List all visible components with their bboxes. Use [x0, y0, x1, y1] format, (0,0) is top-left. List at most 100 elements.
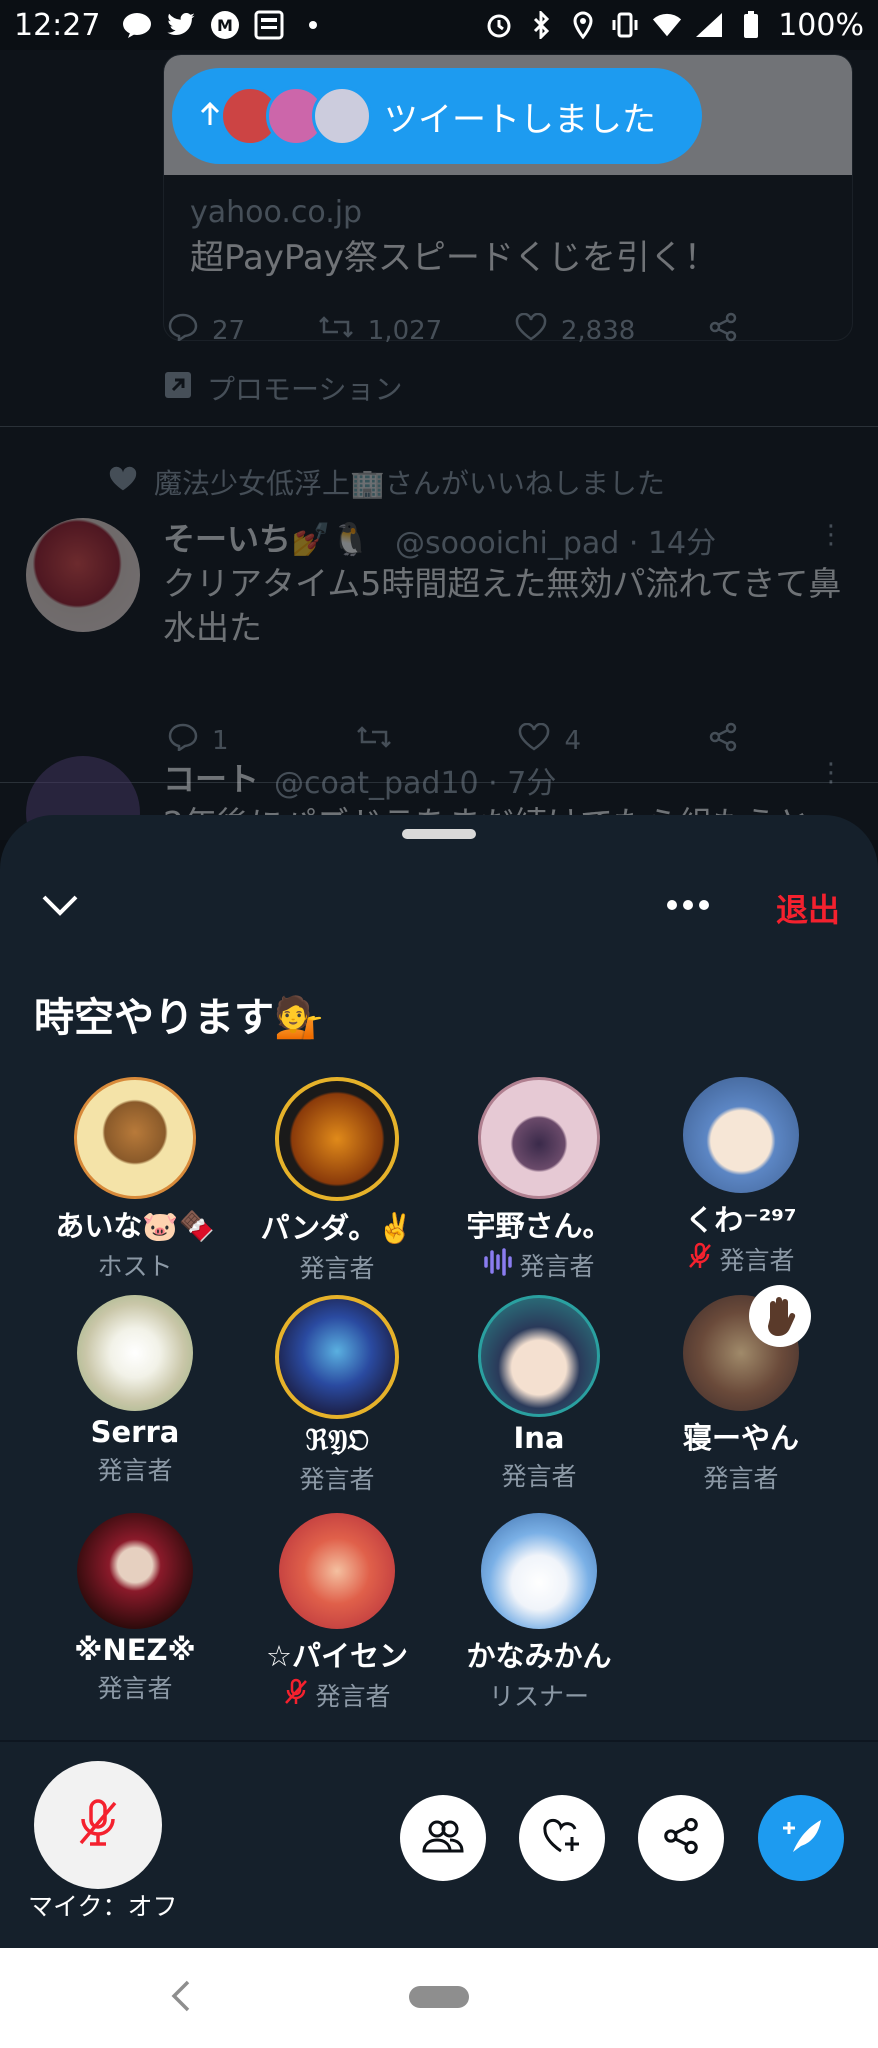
- new-tweets-pill[interactable]: ツイートしました: [172, 68, 702, 164]
- reply-count: 27: [212, 315, 246, 346]
- tweet-author-name[interactable]: コート: [163, 754, 259, 800]
- role-text: 発言者: [719, 1246, 795, 1275]
- news-icon: [254, 10, 284, 40]
- tweet-more-icon[interactable]: ⋮: [818, 520, 844, 550]
- participant[interactable]: Ina 発言者: [438, 1295, 640, 1493]
- participant-name: あいな🐷🍫: [55, 1209, 215, 1243]
- participant-name: くわ⁻²⁹⁷: [685, 1203, 797, 1237]
- participant-name: パンダ。✌️: [260, 1211, 414, 1245]
- back-icon[interactable]: [168, 1978, 192, 2014]
- retweet-action[interactable]: 1,027: [318, 314, 442, 347]
- pill-avatars: [220, 86, 372, 146]
- avatar: [683, 1285, 811, 1411]
- feed-divider: [0, 426, 878, 427]
- controls-divider: [0, 1740, 878, 1742]
- heart-filled-icon: [108, 465, 138, 500]
- participant-name: Ina: [513, 1421, 565, 1455]
- like-action[interactable]: 4: [518, 722, 582, 758]
- retweet-icon: [356, 724, 392, 757]
- role-text: 発言者: [97, 1674, 173, 1703]
- bluetooth-icon: [526, 10, 556, 40]
- status-bar: 12:27 M 100%: [0, 0, 878, 50]
- participant-name: ℜ𝔜𝔒: [304, 1423, 370, 1457]
- participant[interactable]: くわ⁻²⁹⁷ 発言者: [640, 1077, 842, 1277]
- avatar: [312, 86, 372, 146]
- location-icon: [568, 10, 598, 40]
- participant-role: 発言者: [438, 1457, 640, 1493]
- feather-plus-icon: [779, 1816, 823, 1860]
- vibrate-icon: [610, 10, 640, 40]
- tweet-author-avatar[interactable]: [26, 518, 140, 632]
- avatar: [279, 1513, 395, 1629]
- mic-toggle-button[interactable]: [34, 1761, 162, 1889]
- participant[interactable]: パンダ。✌️ 発言者: [236, 1077, 438, 1285]
- space-title: 時空やります💁: [34, 995, 324, 1041]
- m-app-icon: M: [210, 10, 240, 40]
- svg-text:M: M: [218, 16, 234, 35]
- participant[interactable]: 宇野さん。 発言者: [438, 1077, 640, 1283]
- tweet-more-icon[interactable]: ⋮: [818, 758, 844, 788]
- participant-name: ※NEZ※: [74, 1633, 196, 1667]
- chevron-down-icon[interactable]: [38, 887, 82, 923]
- participant-role: ホスト: [34, 1247, 236, 1283]
- participant[interactable]: かなみかん リスナー: [438, 1513, 640, 1713]
- participant[interactable]: 寝ーやん 発言者: [640, 1285, 842, 1495]
- reply-count: 1: [212, 725, 229, 756]
- tweet-author-name[interactable]: そーいち💅🐧: [163, 514, 371, 560]
- leave-button[interactable]: 退出: [776, 885, 840, 931]
- share-action[interactable]: [708, 722, 738, 759]
- status-time: 12:27: [14, 7, 101, 43]
- participant-role: 発言者: [438, 1247, 640, 1283]
- avatar: [481, 1513, 597, 1629]
- reaction-button[interactable]: [519, 1795, 605, 1881]
- mic-muted-icon: [687, 1242, 713, 1276]
- participant[interactable]: あいな🐷🍫 ホスト: [34, 1077, 236, 1283]
- participant[interactable]: ℜ𝔜𝔒 発言者: [236, 1295, 438, 1496]
- heart-icon: [515, 312, 547, 348]
- participant-role: 発言者: [34, 1451, 236, 1487]
- ad-actions: 27 1,027 2,838: [168, 312, 738, 349]
- participant-role: 発言者: [640, 1241, 842, 1277]
- reply-action[interactable]: 1: [168, 723, 229, 758]
- system-nav-bar: [0, 1948, 878, 2048]
- share-button[interactable]: [638, 1795, 724, 1881]
- mic-off-icon: [74, 1797, 122, 1853]
- avatar: [275, 1295, 399, 1419]
- heart-icon: [518, 722, 550, 758]
- share-icon: [662, 1817, 700, 1859]
- ad-card-title: 超PayPay祭スピードくじを引く！: [190, 238, 718, 278]
- compose-tweet-button[interactable]: [758, 1795, 844, 1881]
- reply-action[interactable]: 27: [168, 313, 245, 348]
- dot-icon: [298, 10, 328, 40]
- line-icon: [122, 10, 152, 40]
- participants-button[interactable]: [400, 1795, 486, 1881]
- promoted-icon: [163, 370, 193, 407]
- participant-role: リスナー: [438, 1677, 640, 1713]
- heart-plus-icon: [541, 1817, 583, 1859]
- share-icon: [708, 722, 738, 759]
- participant-role: 発言者: [640, 1459, 842, 1495]
- home-pill[interactable]: [409, 1986, 469, 2008]
- raised-hand-icon: [749, 1285, 811, 1347]
- space-sheet: 退出 時空やります💁 あいな🐷🍫 ホスト パンダ。✌️ 発言者 宇野さん。 発言…: [0, 815, 878, 1950]
- like-count: 4: [564, 725, 582, 756]
- signal-icon: [694, 10, 724, 40]
- participant[interactable]: ※NEZ※ 発言者: [34, 1513, 236, 1705]
- retweet-action[interactable]: [356, 724, 392, 757]
- tweet-text: クリアタイム5時間超えた無効パ流れてきて鼻水出た: [163, 564, 842, 647]
- tweet-author-handle: @coat_pad10 · 7分: [274, 766, 557, 801]
- avatar: [478, 1295, 600, 1417]
- ad-card-domain: yahoo.co.jp: [190, 195, 363, 230]
- more-options-button[interactable]: [660, 887, 716, 923]
- participant-name: ☆パイセン: [266, 1639, 408, 1673]
- share-action[interactable]: [708, 312, 738, 349]
- promotion-label: プロモーション: [163, 368, 402, 408]
- role-text: リスナー: [488, 1682, 589, 1711]
- people-icon: [422, 1819, 464, 1857]
- mic-status-label: マイク：オフ: [28, 1892, 178, 1921]
- like-action[interactable]: 2,838: [515, 312, 635, 348]
- sheet-drag-handle[interactable]: [402, 829, 476, 839]
- avatar: [683, 1077, 799, 1193]
- participant[interactable]: ☆パイセン 発言者: [236, 1513, 438, 1713]
- participant[interactable]: Serra 発言者: [34, 1295, 236, 1487]
